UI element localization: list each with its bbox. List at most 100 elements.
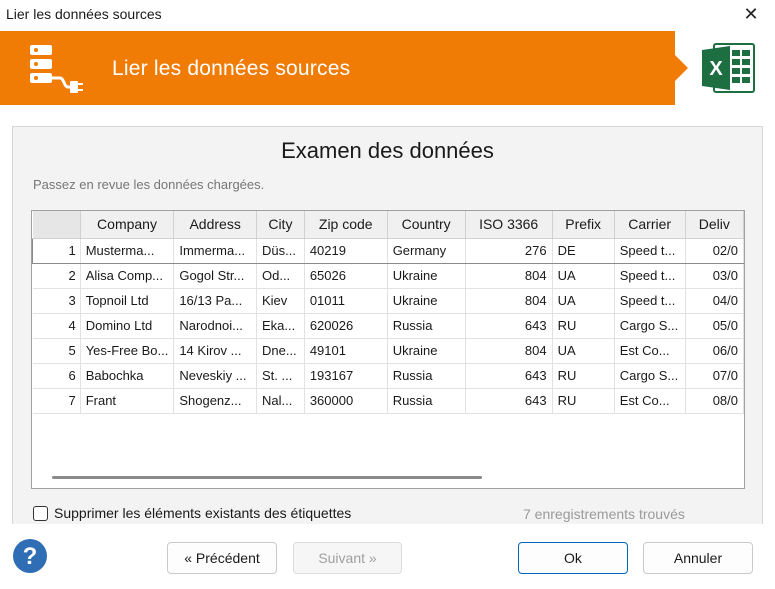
database-plug-icon	[30, 45, 83, 93]
cell-address[interactable]: Shogenz...	[173, 388, 257, 414]
cell-company[interactable]: Yes-Free Bo...	[80, 338, 175, 364]
cell-address[interactable]: 16/13 Pa...	[173, 288, 257, 314]
cell-zip[interactable]: 620026	[304, 313, 388, 339]
cell-delivery[interactable]: 07/0	[685, 363, 744, 389]
banner-title: Lier les données sources	[112, 57, 351, 80]
cell-index[interactable]: 4	[32, 313, 81, 339]
table-row[interactable]: 6 Babochka Neveskiy ... St. ... 193167 Russia…	[32, 363, 744, 389]
column-header-delivery[interactable]: Deliv	[685, 211, 744, 239]
close-icon[interactable]: ✕	[741, 4, 761, 24]
cell-city[interactable]: Eka...	[256, 313, 305, 339]
title-bar: Lier les données sources ✕	[0, 0, 775, 31]
cell-prefix[interactable]: RU	[552, 388, 615, 414]
table-row[interactable]: 1 Musterma... Immerma... Düs... 40219 Germany…	[32, 237, 744, 264]
cell-index[interactable]: 5	[32, 338, 81, 364]
cell-company[interactable]: Babochka	[80, 363, 175, 389]
ok-button[interactable]: Ok	[518, 542, 628, 574]
cell-zip[interactable]: 65026	[304, 263, 388, 289]
column-header-zip[interactable]: Zip code	[304, 211, 388, 239]
cell-country[interactable]: Russia	[387, 313, 466, 339]
cell-delivery[interactable]: 06/0	[685, 338, 744, 364]
cell-zip[interactable]: 360000	[304, 388, 388, 414]
cell-company[interactable]: Musterma...	[80, 237, 175, 264]
cell-index[interactable]: 6	[32, 363, 81, 389]
cell-index[interactable]: 1	[32, 237, 81, 264]
cell-index[interactable]: 2	[32, 263, 81, 289]
cell-zip[interactable]: 01011	[304, 288, 388, 314]
data-grid[interactable]: Company Address City Zip code Country IS…	[31, 210, 745, 489]
column-header-country[interactable]: Country	[387, 211, 466, 239]
cell-carrier[interactable]: Speed t...	[614, 237, 686, 264]
cell-prefix[interactable]: UA	[552, 288, 615, 314]
cell-city[interactable]: Düs...	[256, 237, 305, 264]
column-header-company[interactable]: Company	[80, 211, 175, 239]
table-row[interactable]: 3 Topnoil Ltd 16/13 Pa... Kiev 01011 Ukraine 8…	[32, 288, 744, 314]
cell-delivery[interactable]: 05/0	[685, 313, 744, 339]
cell-company[interactable]: Frant	[80, 388, 175, 414]
cell-prefix[interactable]: RU	[552, 363, 615, 389]
cancel-button[interactable]: Annuler	[643, 542, 753, 574]
cell-address[interactable]: Immerma...	[173, 237, 257, 264]
cell-country[interactable]: Ukraine	[387, 263, 466, 289]
cell-city[interactable]: Od...	[256, 263, 305, 289]
cell-iso[interactable]: 643	[465, 388, 553, 414]
help-icon[interactable]: ?	[12, 538, 48, 574]
remove-existing-option[interactable]: Supprimer les éléments existants des éti…	[33, 505, 351, 521]
cell-delivery[interactable]: 03/0	[685, 263, 744, 289]
remove-existing-checkbox[interactable]	[33, 505, 48, 521]
table-row[interactable]: 7 Frant Shogenz... Nal... 360000 Russia 643 RU E…	[32, 388, 744, 414]
cell-city[interactable]: St. ...	[256, 363, 305, 389]
column-header-prefix[interactable]: Prefix	[552, 211, 615, 239]
cell-iso[interactable]: 643	[465, 313, 553, 339]
cell-address[interactable]: 14 Kirov ...	[173, 338, 257, 364]
cell-country[interactable]: Ukraine	[387, 338, 466, 364]
cell-zip[interactable]: 193167	[304, 363, 388, 389]
cell-delivery[interactable]: 04/0	[685, 288, 744, 314]
cell-city[interactable]: Kiev	[256, 288, 305, 314]
cell-country[interactable]: Ukraine	[387, 288, 466, 314]
cell-carrier[interactable]: Cargo S...	[614, 313, 686, 339]
cell-iso[interactable]: 643	[465, 363, 553, 389]
cell-carrier[interactable]: Cargo S...	[614, 363, 686, 389]
cell-prefix[interactable]: UA	[552, 338, 615, 364]
next-button[interactable]: Suivant »	[293, 542, 402, 574]
cell-country[interactable]: Russia	[387, 363, 466, 389]
cell-address[interactable]: Gogol Str...	[173, 263, 257, 289]
cell-prefix[interactable]: UA	[552, 263, 615, 289]
cell-company[interactable]: Domino Ltd	[80, 313, 175, 339]
table-row[interactable]: 4 Domino Ltd Narodnoi... Eka... 620026 Russia…	[32, 313, 744, 339]
column-header-city[interactable]: City	[256, 211, 305, 239]
cell-zip[interactable]: 40219	[304, 237, 388, 264]
cell-country[interactable]: Russia	[387, 388, 466, 414]
cell-carrier[interactable]: Est Co...	[614, 388, 686, 414]
cell-city[interactable]: Nal...	[256, 388, 305, 414]
cell-iso[interactable]: 804	[465, 263, 553, 289]
cell-carrier[interactable]: Speed t...	[614, 263, 686, 289]
table-row[interactable]: 2 Alisa Comp... Gogol Str... Od... 65026 Ukra…	[32, 263, 744, 289]
cell-country[interactable]: Germany	[387, 237, 466, 264]
cell-address[interactable]: Neveskiy ...	[173, 363, 257, 389]
cell-company[interactable]: Topnoil Ltd	[80, 288, 175, 314]
cell-delivery[interactable]: 08/0	[685, 388, 744, 414]
column-header-iso[interactable]: ISO 3366	[465, 211, 553, 239]
cell-iso[interactable]: 804	[465, 288, 553, 314]
cell-address[interactable]: Narodnoi...	[173, 313, 257, 339]
cell-prefix[interactable]: RU	[552, 313, 615, 339]
column-header-address[interactable]: Address	[173, 211, 257, 239]
cell-carrier[interactable]: Speed t...	[614, 288, 686, 314]
horizontal-scrollbar[interactable]	[52, 476, 482, 479]
cell-prefix[interactable]: DE	[552, 237, 615, 264]
cell-zip[interactable]: 49101	[304, 338, 388, 364]
remove-existing-label[interactable]: Supprimer les éléments existants des éti…	[54, 505, 351, 521]
cell-index[interactable]: 3	[32, 288, 81, 314]
cell-delivery[interactable]: 02/0	[685, 237, 744, 264]
column-header-carrier[interactable]: Carrier	[614, 211, 686, 239]
cell-carrier[interactable]: Est Co...	[614, 338, 686, 364]
previous-button[interactable]: « Précédent	[167, 542, 277, 574]
cell-index[interactable]: 7	[32, 388, 81, 414]
cell-iso[interactable]: 804	[465, 338, 553, 364]
table-row[interactable]: 5 Yes-Free Bo... 14 Kirov ... Dne... 49101 Uk…	[32, 338, 744, 364]
cell-city[interactable]: Dne...	[256, 338, 305, 364]
cell-iso[interactable]: 276	[465, 237, 553, 264]
cell-company[interactable]: Alisa Comp...	[80, 263, 175, 289]
